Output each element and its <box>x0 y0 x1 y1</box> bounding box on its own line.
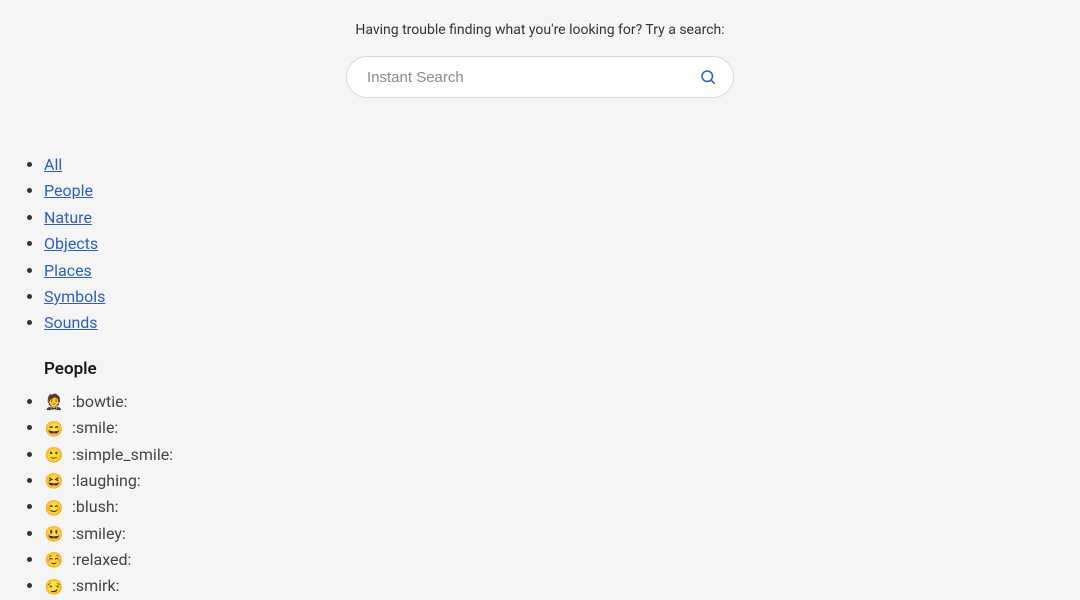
emoji-glyph-icon: 😄 <box>44 417 64 442</box>
content: All People Nature Objects Places Symbols… <box>0 98 1080 600</box>
search-section: Having trouble finding what you're looki… <box>0 0 1080 98</box>
emoji-code: :laughing: <box>72 471 141 490</box>
emoji-code: :blush: <box>72 497 119 516</box>
emoji-code: :relaxed: <box>72 550 131 569</box>
emoji-glyph-icon: 🤵 <box>44 390 64 415</box>
emoji-list: 🤵 :bowtie: 😄 :smile: 🙂 :simple_smile: 😆 :lau… <box>44 389 1080 600</box>
category-nav: All People Nature Objects Places Symbols… <box>44 152 1080 337</box>
emoji-item[interactable]: ☺️ :relaxed: <box>44 547 1080 573</box>
search-prompt: Having trouble finding what you're looki… <box>0 22 1080 38</box>
emoji-item[interactable]: 😃 :smiley: <box>44 521 1080 547</box>
search-input[interactable] <box>346 56 734 98</box>
emoji-glyph-icon: 🙂 <box>44 443 64 468</box>
emoji-item[interactable]: 😆 :laughing: <box>44 468 1080 494</box>
nav-item-all: All <box>44 152 1080 178</box>
emoji-glyph-icon: 😃 <box>44 522 64 547</box>
nav-link-places[interactable]: Places <box>44 261 92 280</box>
emoji-item[interactable]: 🙂 :simple_smile: <box>44 442 1080 468</box>
nav-item-nature: Nature <box>44 205 1080 231</box>
emoji-glyph-icon: ☺️ <box>44 548 64 573</box>
search-button[interactable] <box>694 63 722 91</box>
emoji-item[interactable]: 😏 :smirk: <box>44 573 1080 599</box>
nav-link-people[interactable]: People <box>44 181 93 200</box>
emoji-item[interactable]: 🤵 :bowtie: <box>44 389 1080 415</box>
nav-link-sounds[interactable]: Sounds <box>44 313 98 332</box>
emoji-glyph-icon: 😆 <box>44 469 64 494</box>
emoji-code: :smirk: <box>72 576 119 595</box>
emoji-code: :smiley: <box>72 524 126 543</box>
nav-item-places: Places <box>44 258 1080 284</box>
nav-link-nature[interactable]: Nature <box>44 208 92 227</box>
nav-item-symbols: Symbols <box>44 284 1080 310</box>
emoji-item[interactable]: 😄 :smile: <box>44 415 1080 441</box>
emoji-item[interactable]: 😊 :blush: <box>44 494 1080 520</box>
emoji-code: :bowtie: <box>72 392 128 411</box>
nav-item-objects: Objects <box>44 231 1080 257</box>
nav-item-people: People <box>44 178 1080 204</box>
emoji-glyph-icon: 😏 <box>44 575 64 600</box>
nav-link-all[interactable]: All <box>44 155 62 174</box>
search-icon <box>699 68 717 86</box>
emoji-glyph-icon: 😊 <box>44 496 64 521</box>
section-title: People <box>44 359 1080 379</box>
emoji-code: :simple_smile: <box>72 445 173 464</box>
nav-link-objects[interactable]: Objects <box>44 234 98 253</box>
search-wrap <box>346 56 734 98</box>
nav-link-symbols[interactable]: Symbols <box>44 287 105 306</box>
nav-item-sounds: Sounds <box>44 310 1080 336</box>
emoji-code: :smile: <box>72 418 118 437</box>
